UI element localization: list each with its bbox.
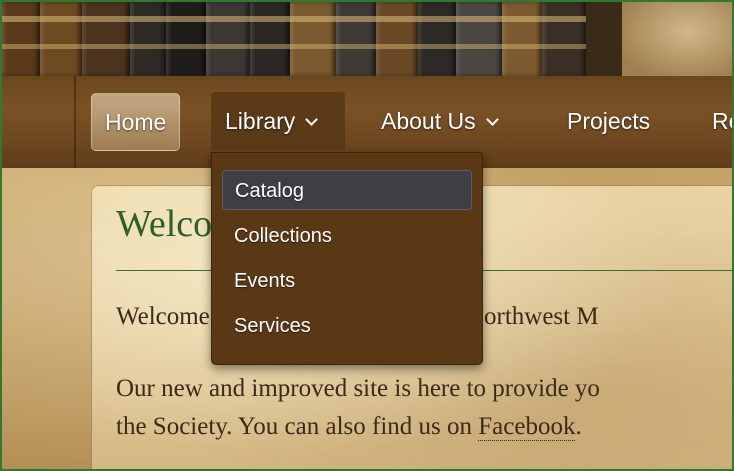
nav-about-us[interactable]: About Us xyxy=(367,92,511,150)
facebook-link[interactable]: Facebook xyxy=(478,413,576,441)
chevron-down-icon xyxy=(485,113,499,126)
menu-item-events[interactable]: Events xyxy=(222,261,472,301)
nav-projects[interactable]: Projects xyxy=(553,92,664,150)
menu-item-services[interactable]: Services xyxy=(222,306,472,346)
chevron-down-icon xyxy=(305,113,319,126)
nav-library[interactable]: Library xyxy=(211,92,345,150)
nav-home[interactable]: Home xyxy=(91,93,181,151)
menu-item-collections[interactable]: Collections xyxy=(222,216,472,256)
nav-truncated-label: Re xyxy=(712,108,732,134)
bookshelf-banner xyxy=(2,2,732,76)
info-line-2-end: . xyxy=(575,413,582,440)
info-line-2: the Society. You can also find us on Fac… xyxy=(116,408,600,446)
browser-viewport: Home Library About Us Projects Re Welcom… xyxy=(0,0,734,471)
nav-about-label: About Us xyxy=(381,108,476,134)
menu-item-catalog[interactable]: Catalog xyxy=(222,170,472,210)
library-dropdown-menu: Catalog Collections Events Services xyxy=(211,152,483,365)
nav-projects-label: Projects xyxy=(567,108,651,134)
nav-library-label: Library xyxy=(225,108,296,134)
info-line-2-text: the Society. You can also find us on xyxy=(116,413,479,440)
nav-home-label: Home xyxy=(105,109,167,135)
info-paragraph: Our new and improved site is here to pro… xyxy=(116,370,600,446)
map-decoration xyxy=(622,2,732,76)
info-line-1: Our new and improved site is here to pro… xyxy=(116,375,600,402)
nav-truncated-item[interactable]: Re xyxy=(698,92,732,150)
